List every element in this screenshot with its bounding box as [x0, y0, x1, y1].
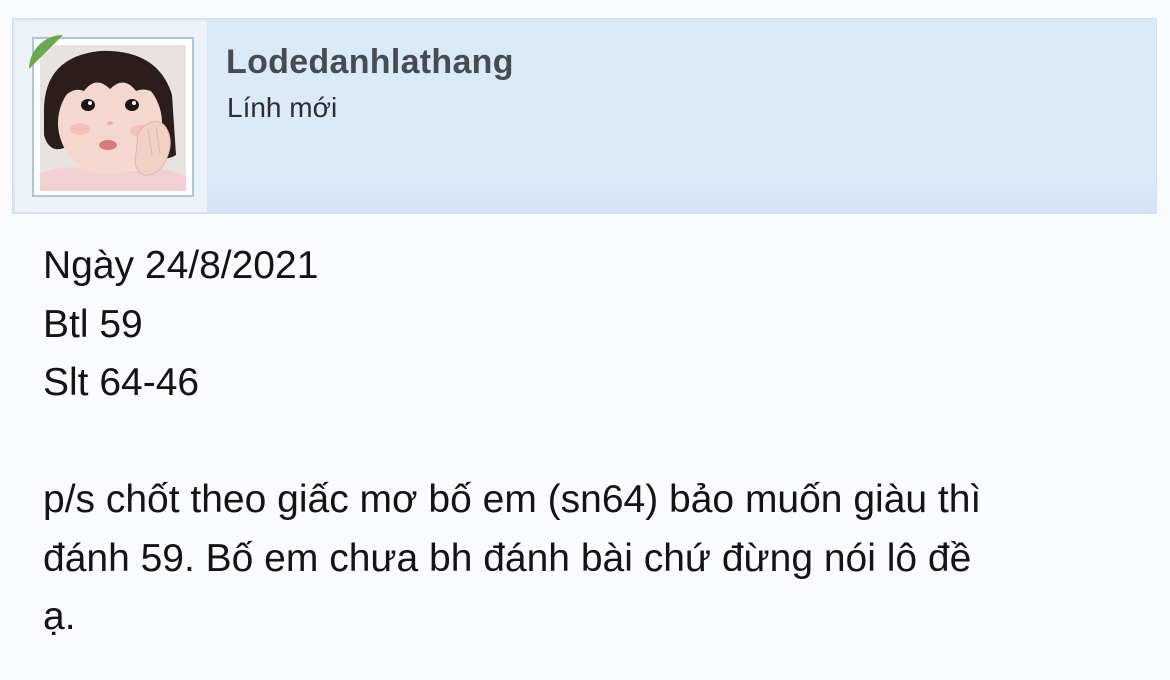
username-link[interactable]: Lodedanhlathang — [226, 43, 514, 82]
message-body: Ngày 24/8/2021 Btl 59 Slt 64-46 p/s chốt t… — [43, 237, 1153, 647]
forum-post: Lodedanhlathang Lính mới Ngày 24/8/2021 B… — [0, 0, 1170, 680]
child-photo-avatar-icon — [40, 45, 186, 191]
message-line: p/s chốt theo giấc mơ bố em (sn64) bảo m… — [43, 478, 982, 521]
avatar-frame[interactable] — [32, 37, 194, 197]
user-info-header: Lodedanhlathang Lính mới — [12, 18, 1157, 214]
message-line: Btl 59 — [43, 302, 143, 346]
user-title: Lính mới — [227, 92, 338, 123]
message-line: Slt 64-46 — [43, 361, 200, 404]
message-line: Ngày 24/8/2021 — [43, 244, 319, 287]
message-line: đánh 59. Bố em chưa bh đánh bài chứ đừng… — [43, 536, 972, 580]
avatar[interactable] — [40, 45, 186, 191]
message-line — [43, 413, 1153, 472]
message-line: ạ. — [43, 595, 76, 638]
avatar-cell — [15, 21, 207, 212]
